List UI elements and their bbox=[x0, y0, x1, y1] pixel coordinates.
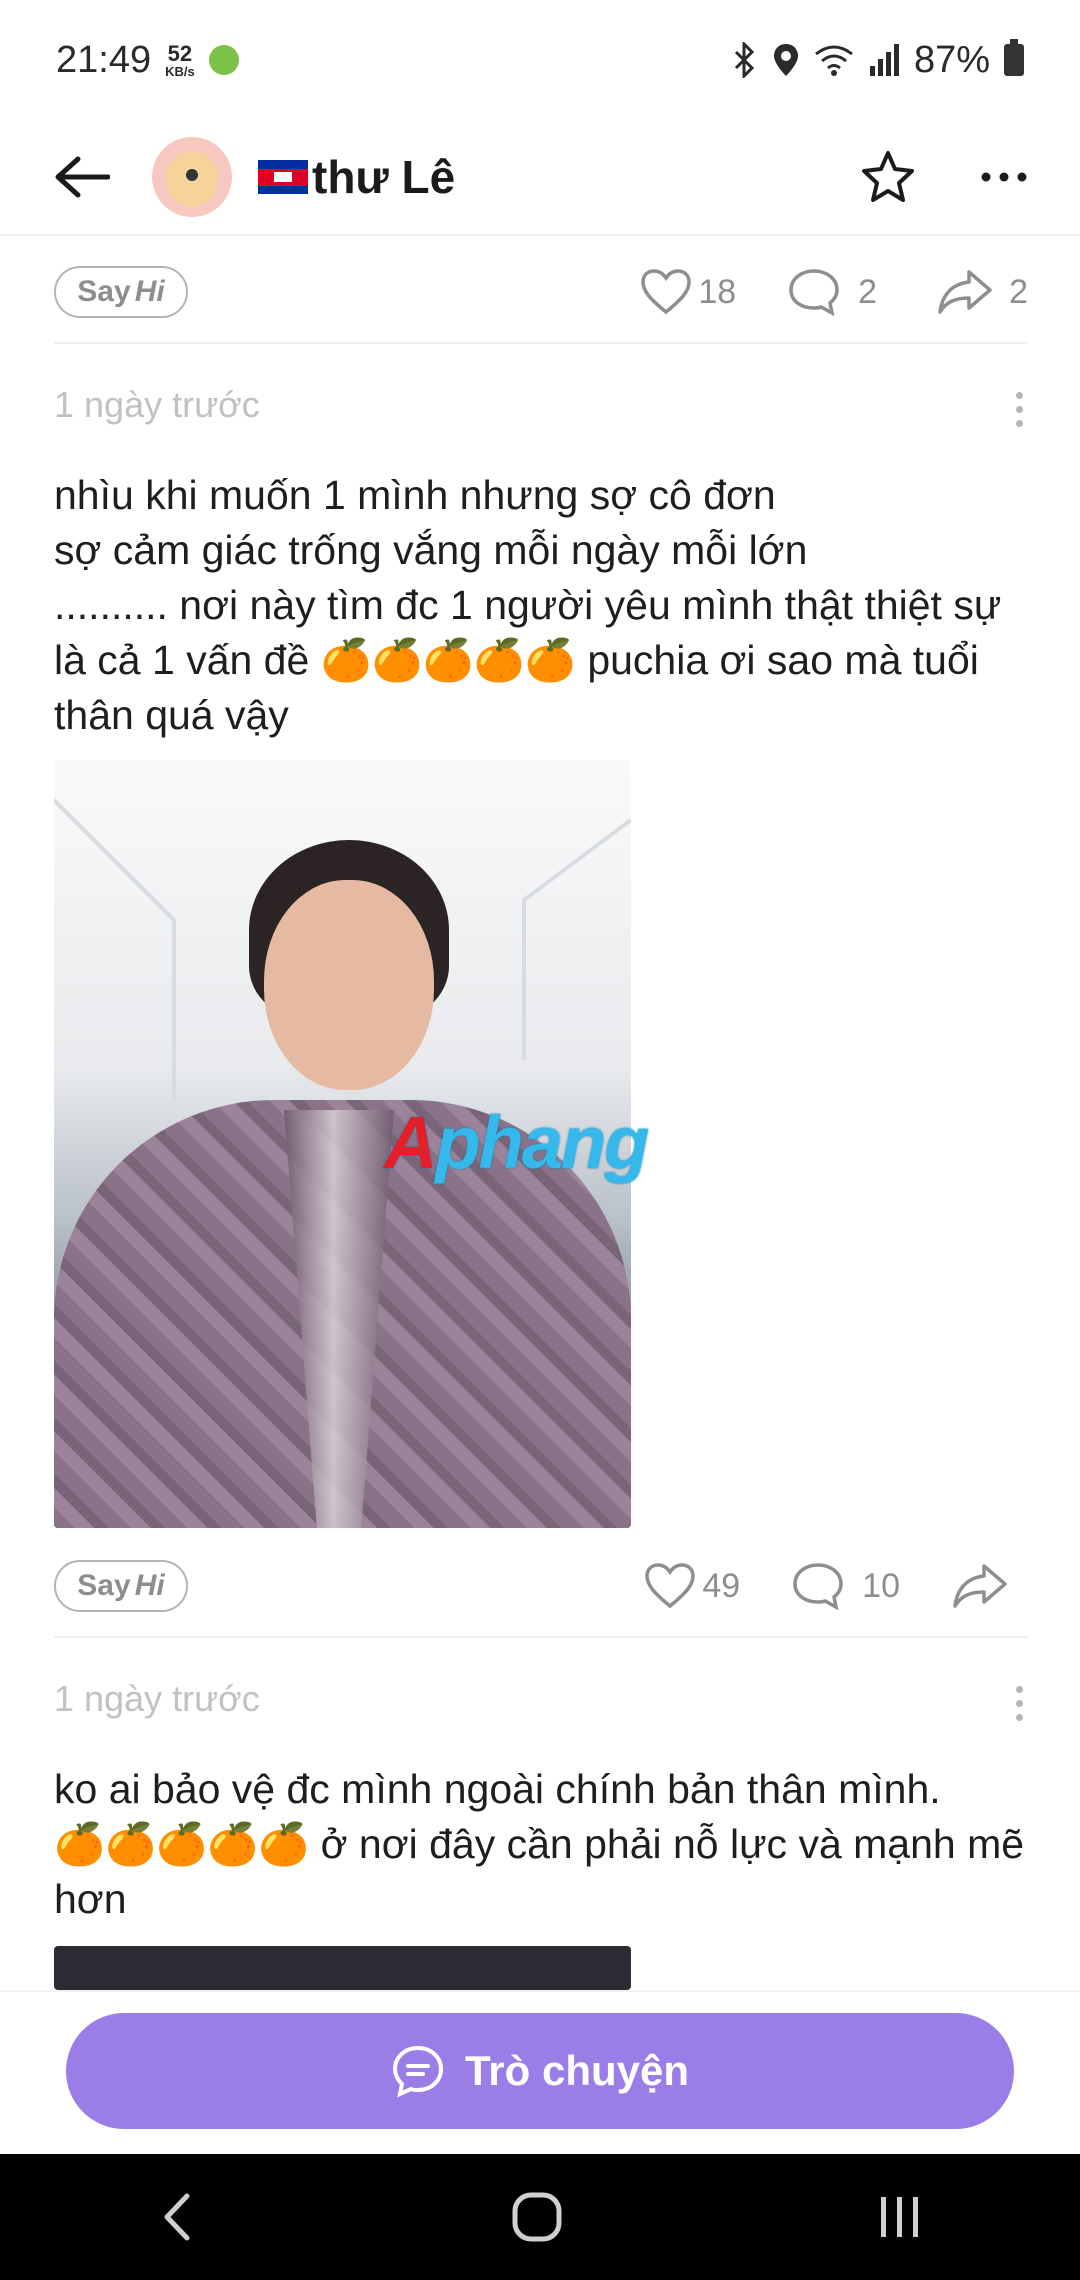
heart-icon bbox=[645, 1563, 696, 1609]
wifi-icon bbox=[815, 45, 853, 76]
post-time: 1 ngày trước bbox=[54, 384, 260, 425]
avatar[interactable] bbox=[152, 137, 232, 217]
battery-icon bbox=[1004, 39, 1024, 76]
profile-header: thư Lê bbox=[0, 120, 1080, 236]
post-more-icon[interactable] bbox=[1016, 392, 1026, 427]
status-bar: 21:49 52 KB/s 87% bbox=[0, 0, 1080, 120]
say-hi-button[interactable]: Say Hi bbox=[54, 1560, 188, 1612]
post-text: ko ai bảo vệ đc mình ngoài chính bản thâ… bbox=[54, 1766, 1025, 1922]
post-action-row: Say Hi 49 10 bbox=[54, 1546, 1028, 1626]
bluetooth-icon bbox=[734, 42, 755, 78]
divider bbox=[54, 1636, 1028, 1638]
share-button[interactable] bbox=[952, 1563, 1014, 1609]
back-arrow-icon[interactable] bbox=[52, 147, 112, 207]
image-watermark: Aphang bbox=[384, 1101, 649, 1184]
comment-icon bbox=[793, 1563, 843, 1610]
active-indicator-icon bbox=[208, 45, 239, 75]
nav-home-icon[interactable] bbox=[510, 2190, 564, 2244]
nav-back-icon[interactable] bbox=[157, 2192, 197, 2242]
net-speed: 52 KB/s bbox=[165, 40, 195, 79]
more-options-icon[interactable] bbox=[980, 171, 1028, 183]
like-button[interactable]: 18 bbox=[640, 269, 736, 315]
star-icon[interactable] bbox=[860, 150, 916, 204]
share-icon bbox=[953, 1564, 1007, 1608]
comment-button[interactable]: 2 bbox=[788, 268, 877, 316]
heart-icon bbox=[641, 269, 692, 315]
profile-name: thư Lê bbox=[312, 151, 456, 203]
post-image[interactable] bbox=[54, 1946, 631, 1990]
say-hi-button[interactable]: Say Hi bbox=[54, 266, 188, 318]
comment-button[interactable]: 10 bbox=[792, 1562, 900, 1610]
comment-icon bbox=[789, 269, 839, 316]
post-time: 1 ngày trước bbox=[54, 1678, 260, 1719]
like-button[interactable]: 49 bbox=[644, 1563, 740, 1609]
chat-button[interactable]: Trò chuyện bbox=[66, 2013, 1014, 2129]
battery-percent: 87% bbox=[913, 38, 990, 81]
location-icon bbox=[773, 44, 798, 76]
nav-recents-icon[interactable] bbox=[877, 2193, 923, 2241]
post-more-icon[interactable] bbox=[1016, 1686, 1026, 1721]
post-action-row: Say Hi 18 2 2 bbox=[54, 252, 1028, 332]
cambodia-flag-icon bbox=[258, 160, 308, 194]
signal-icon bbox=[869, 44, 899, 76]
share-button[interactable]: 2 bbox=[937, 269, 1028, 315]
system-nav-bar bbox=[0, 2154, 1080, 2280]
clock: 21:49 bbox=[56, 38, 152, 81]
share-icon bbox=[938, 270, 992, 314]
divider bbox=[54, 342, 1028, 344]
post-text: nhìu khi muốn 1 mình nhưng sợ cô đơn sợ … bbox=[54, 472, 1002, 738]
chat-bubble-icon bbox=[392, 2045, 443, 2098]
